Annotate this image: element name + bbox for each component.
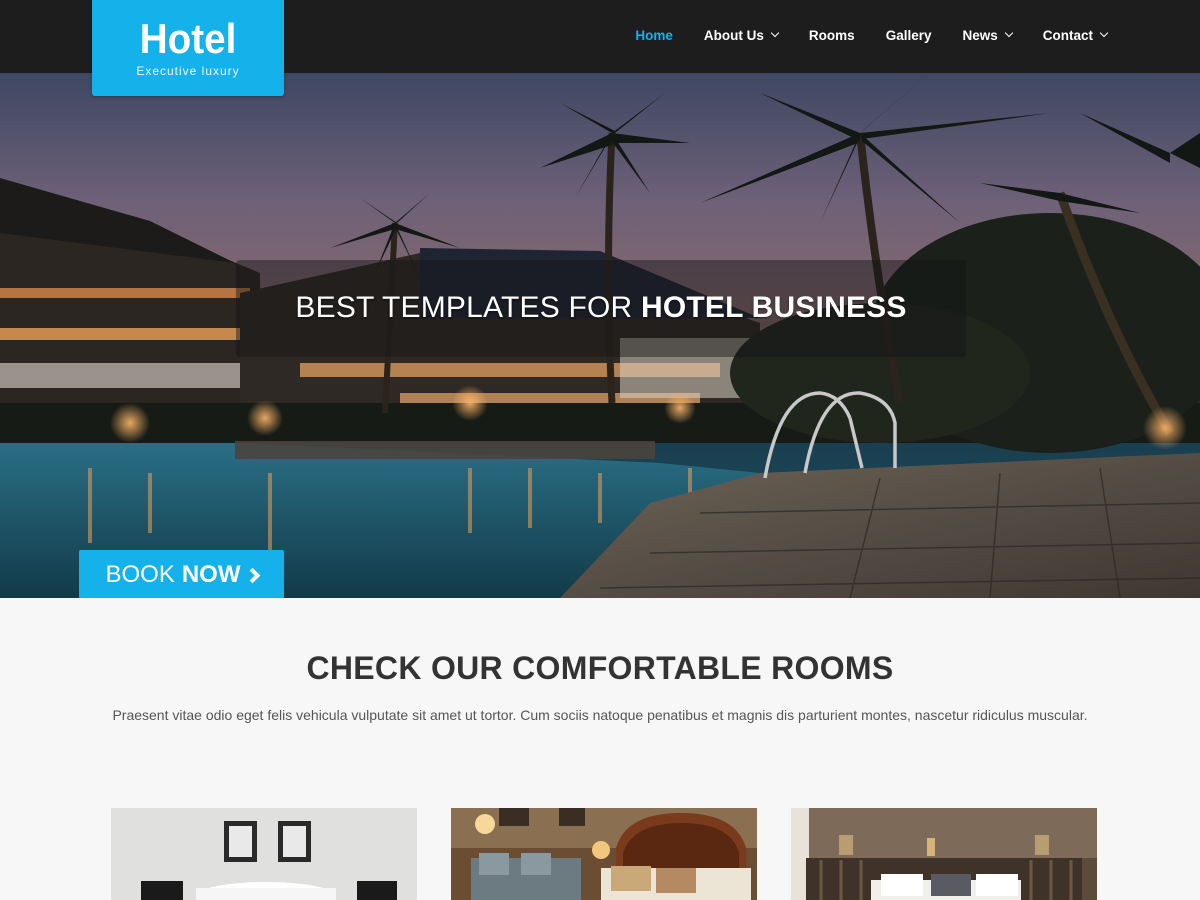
- nav-item-label: Rooms: [808, 27, 855, 43]
- nav-item-rooms[interactable]: Rooms: [809, 28, 855, 43]
- nav-item-label: About Us: [703, 27, 764, 43]
- book-now-light: BOOK: [105, 560, 175, 588]
- logo-tagline: Executive luxury: [136, 64, 240, 78]
- chevron-down-icon: [1004, 28, 1013, 38]
- nav-item-news[interactable]: News: [962, 27, 1013, 43]
- nav-item-label: Gallery: [885, 27, 932, 43]
- main-nav: Home About Us Rooms Gallery News Contact: [604, 0, 1109, 70]
- nav-item-gallery[interactable]: Gallery: [886, 28, 932, 43]
- nav-item-label: Contact: [1042, 27, 1093, 43]
- hero-title-light: BEST TEMPLATES FOR: [295, 290, 641, 324]
- site-logo[interactable]: Hotel Executive luxury: [92, 0, 284, 96]
- chevron-down-icon: [1099, 28, 1109, 38]
- nav-item-label: Home: [635, 27, 673, 43]
- rooms-heading: CHECK OUR COMFORTABLE ROOMS: [0, 650, 1200, 687]
- room-image-2: [451, 808, 757, 900]
- hero-slider: BEST TEMPLATES FOR HOTEL BUSINESS BOOK N…: [0, 73, 1200, 598]
- nav-item-label: News: [962, 27, 998, 43]
- room-image-3: [791, 808, 1097, 900]
- chevron-right-icon: [244, 567, 260, 583]
- hero-caption-box: BEST TEMPLATES FOR HOTEL BUSINESS: [236, 260, 966, 357]
- book-now-bold: NOW: [181, 560, 241, 588]
- hero-title-bold: HOTEL BUSINESS: [640, 290, 907, 324]
- nav-item-contact[interactable]: Contact: [1042, 27, 1109, 43]
- rooms-description: Praesent vitae odio eget felis vehicula …: [112, 707, 1088, 723]
- rooms-heading-light: CHECK OUR COMFORTABLE: [306, 650, 772, 686]
- nav-item-home[interactable]: Home: [635, 28, 673, 43]
- room-card-1[interactable]: [111, 808, 417, 900]
- room-card-3[interactable]: [791, 808, 1097, 900]
- rooms-heading-bold: ROOMS: [771, 650, 894, 686]
- nav-item-about-us[interactable]: About Us: [703, 27, 780, 43]
- hero-title: BEST TEMPLATES FOR HOTEL BUSINESS: [295, 291, 906, 325]
- room-card-2[interactable]: [451, 808, 757, 900]
- room-image-1: [111, 808, 417, 900]
- chevron-down-icon: [770, 28, 780, 38]
- book-now-button[interactable]: BOOK NOW: [79, 550, 284, 598]
- logo-title: Hotel: [139, 15, 237, 62]
